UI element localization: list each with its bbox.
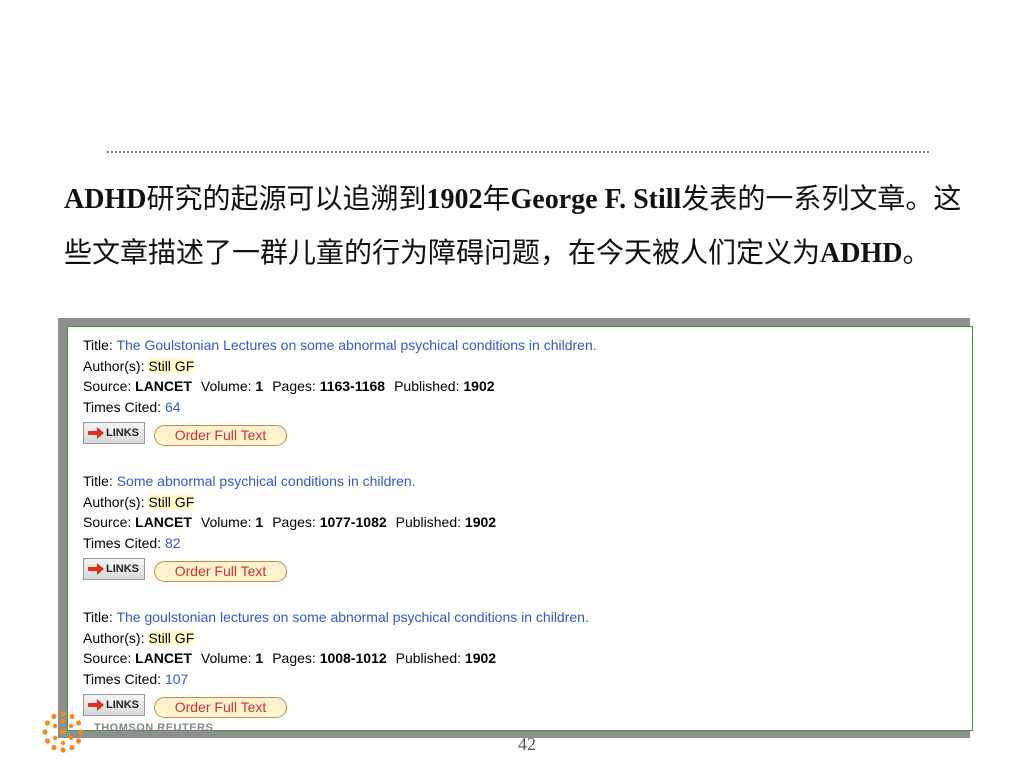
authors-label: Author(s):: [83, 493, 145, 510]
published-value: 1902: [463, 378, 495, 395]
pages-label: Pages:: [272, 650, 316, 667]
pages-label: Pages:: [272, 378, 316, 395]
published-label: Published:: [395, 650, 462, 667]
times-cited-link[interactable]: 64: [165, 399, 181, 415]
heading-part: ADHD: [64, 184, 147, 215]
volume-value: 1: [255, 650, 264, 667]
authors-label: Author(s):: [83, 357, 145, 374]
arrow-right-icon: [88, 426, 104, 439]
heading-part: ADHD: [820, 238, 903, 269]
published-label: Published:: [394, 378, 460, 395]
result-title-link[interactable]: The Goulstonian Lectures on some abnorma…: [116, 337, 596, 353]
order-full-text-button[interactable]: Order Full Text: [154, 560, 287, 582]
pages-label: Pages:: [272, 514, 316, 531]
title-label: Title:: [83, 473, 113, 489]
result-title-link[interactable]: Some abnormal psychical conditions in ch…: [117, 473, 416, 489]
volume-label: Volume:: [200, 514, 252, 531]
times-cited-label: Times Cited:: [83, 671, 162, 688]
volume-label: Volume:: [200, 378, 252, 395]
arrow-right-icon: [88, 562, 104, 575]
published-value: 1902: [464, 650, 497, 667]
order-full-text-button[interactable]: Order Full Text: [154, 424, 287, 446]
heading-part: 年: [482, 182, 511, 215]
pages-value: 1163-1168: [319, 378, 386, 395]
times-cited-link[interactable]: 107: [165, 671, 188, 687]
result-record: Title: Some abnormal psychical condition…: [83, 471, 496, 582]
pages-value: 1008-1012: [319, 650, 387, 667]
heading-part: George F. Still: [510, 184, 682, 215]
source-value: LANCET: [135, 650, 192, 667]
search-results-panel: Title: The Goulstonian Lectures on some …: [67, 326, 973, 731]
links-button-label: LINKS: [106, 426, 139, 439]
pages-value: 1077-1082: [319, 514, 387, 531]
volume-label: Volume:: [200, 650, 252, 667]
times-cited-label: Times Cited:: [83, 535, 162, 552]
source-value: LANCET: [135, 378, 192, 395]
source-label: Source:: [83, 514, 132, 531]
arrow-right-icon: [88, 698, 104, 711]
times-cited-label: Times Cited:: [83, 399, 162, 416]
thomson-reuters-logo: [42, 711, 84, 753]
authors-label: Author(s):: [83, 629, 145, 646]
author-value[interactable]: Still GF: [148, 629, 195, 646]
title-label: Title:: [83, 337, 113, 353]
result-title-link[interactable]: The goulstonian lectures on some abnorma…: [116, 609, 588, 625]
published-value: 1902: [464, 514, 497, 531]
volume-value: 1: [255, 514, 264, 531]
order-full-text-button[interactable]: Order Full Text: [154, 696, 287, 718]
links-button[interactable]: LINKS: [83, 421, 145, 444]
author-value[interactable]: Still GF: [148, 493, 195, 510]
links-button[interactable]: LINKS: [83, 557, 145, 580]
links-button-label: LINKS: [106, 562, 139, 575]
links-button[interactable]: LINKS: [83, 693, 145, 716]
page-number: 42: [518, 734, 536, 754]
logo-text: THOMSON REUTERS: [94, 722, 214, 734]
result-record: Title: The Goulstonian Lectures on some …: [83, 335, 597, 446]
author-value[interactable]: Still GF: [148, 357, 195, 374]
action-buttons: LINKS Order Full Text: [83, 421, 597, 446]
result-record: Title: The goulstonian lectures on some …: [83, 607, 589, 718]
source-value: LANCET: [135, 514, 192, 531]
times-cited-link[interactable]: 82: [165, 535, 181, 551]
volume-value: 1: [255, 378, 264, 395]
action-buttons: LINKS Order Full Text: [83, 693, 589, 718]
heading-part: 1902: [426, 184, 483, 215]
title-label: Title:: [83, 609, 113, 625]
published-label: Published:: [395, 514, 462, 531]
action-buttons: LINKS Order Full Text: [83, 557, 496, 582]
links-button-label: LINKS: [106, 698, 139, 711]
source-label: Source:: [83, 378, 132, 395]
source-label: Source:: [83, 650, 132, 667]
heading-part: 研究的起源可以追溯到: [146, 182, 427, 215]
dotted-divider: [107, 151, 929, 153]
slide-heading: ADHD研究的起源可以追溯到1902年George F. Still发表的一系列…: [64, 172, 964, 280]
heading-part: 。: [902, 236, 931, 269]
